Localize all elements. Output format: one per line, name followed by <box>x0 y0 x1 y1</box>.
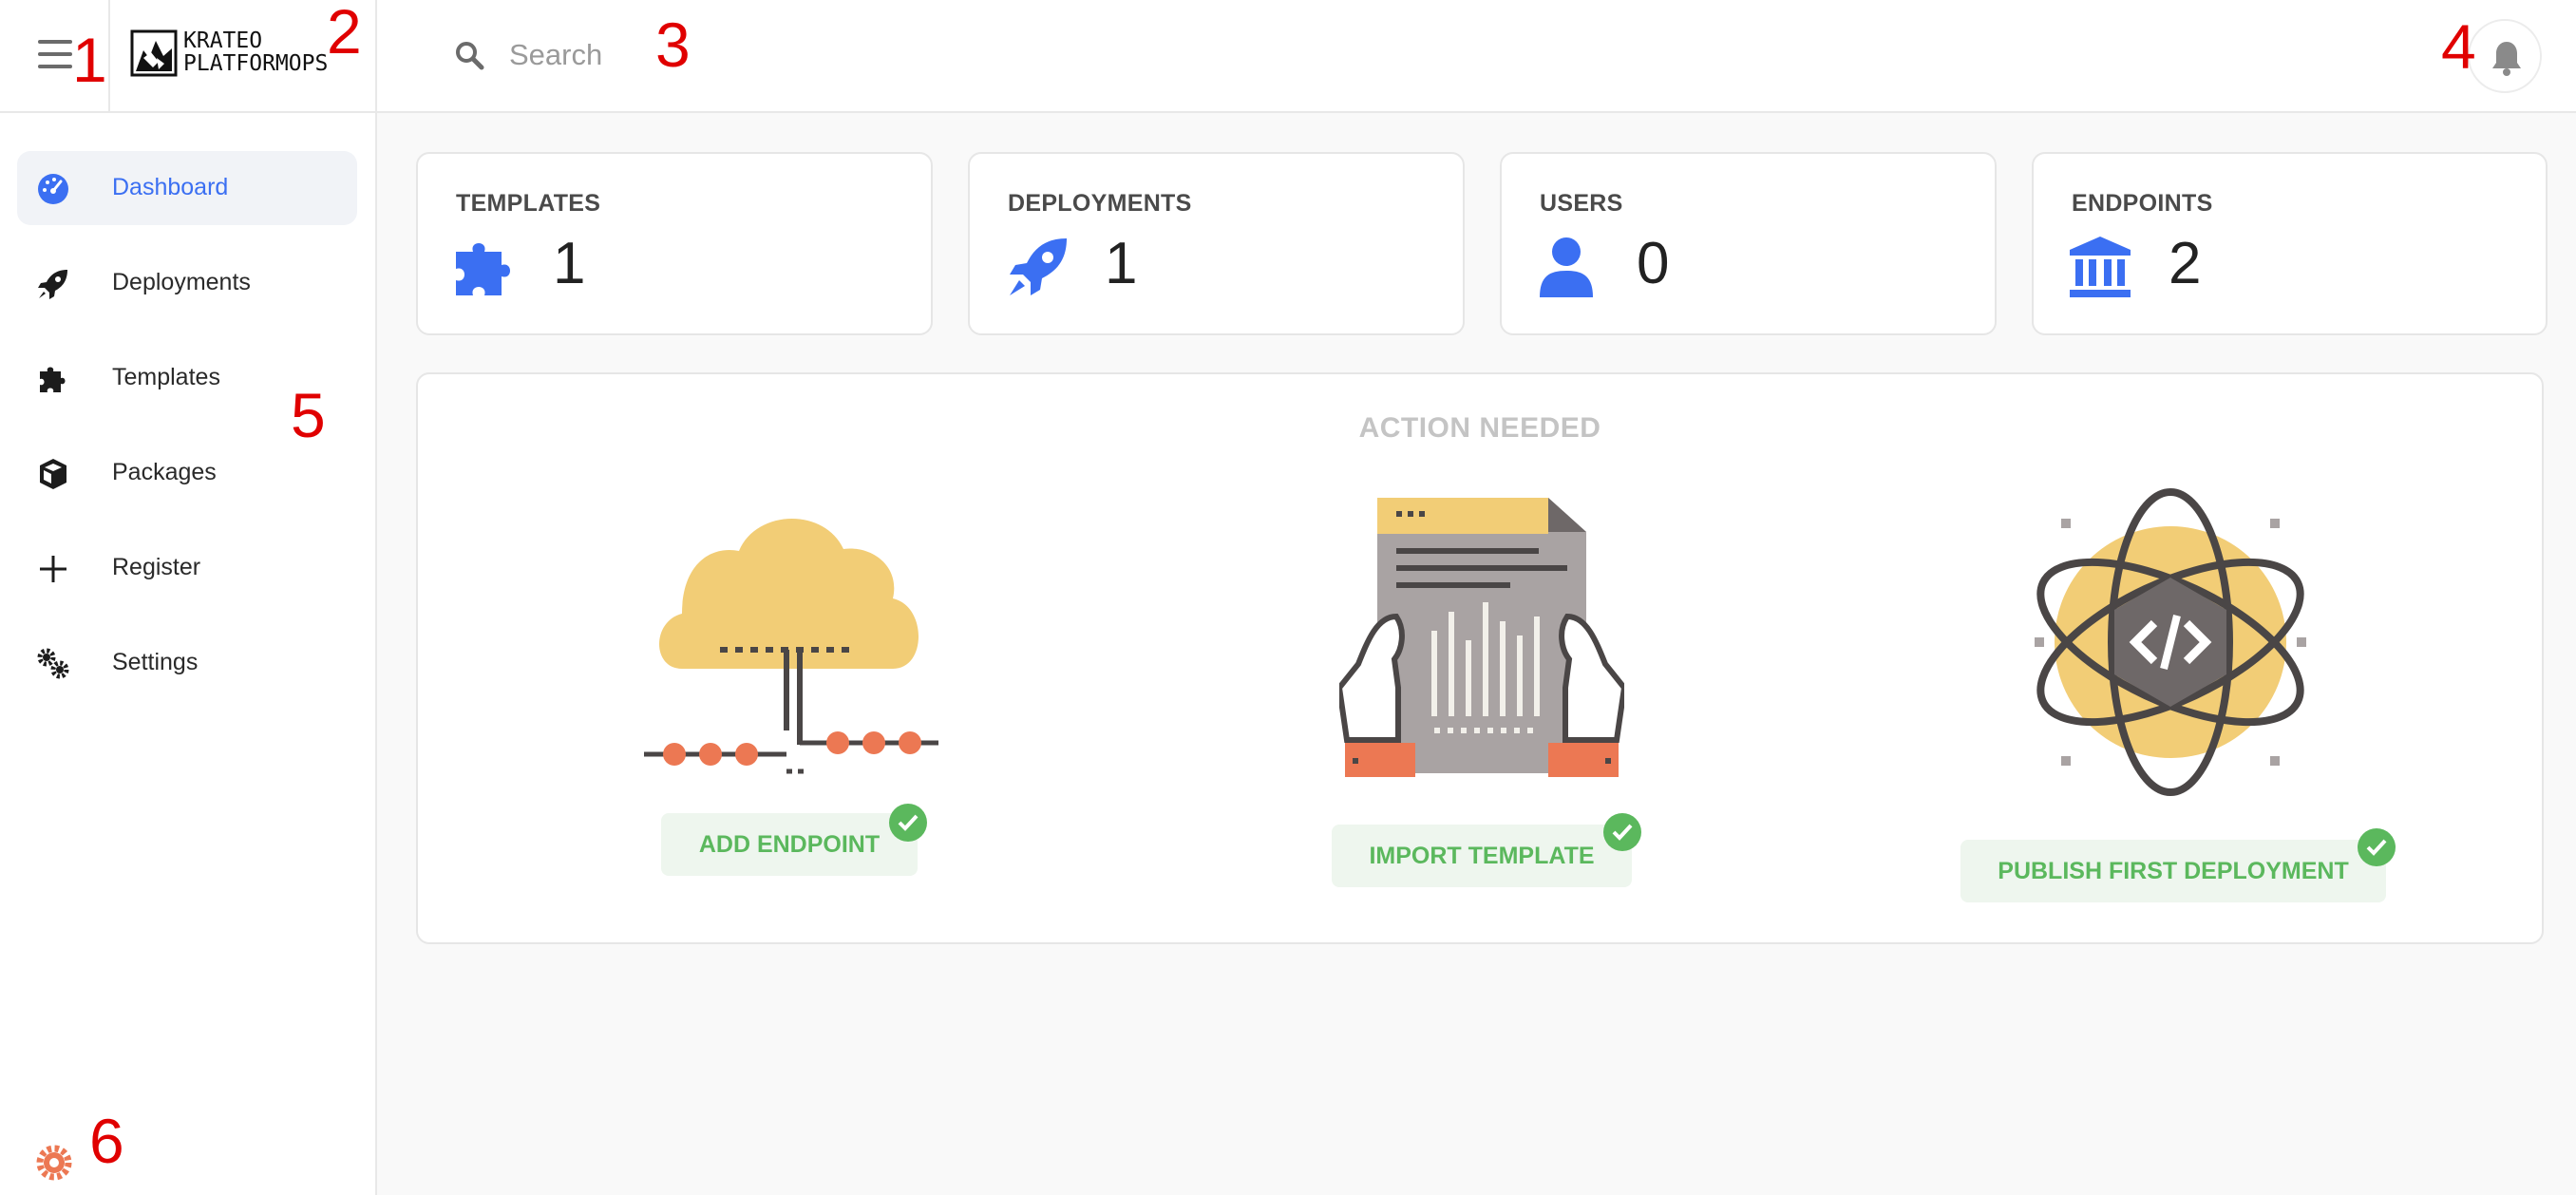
sidebar-item-dashboard[interactable]: Dashboard <box>17 151 357 225</box>
sidebar: Dashboard Deployments Templates Packages… <box>0 113 377 1195</box>
logo-line1: KRATEO <box>183 28 263 53</box>
action-label: ADD ENDPOINT <box>698 831 881 858</box>
sidebar-item-label: Settings <box>112 649 199 675</box>
dashboard-gauge-icon <box>38 174 68 204</box>
stat-card-endpoints[interactable]: ENDPOINTS 2 <box>2032 152 2548 335</box>
krateo-logo-icon <box>130 29 178 77</box>
stat-card-templates[interactable]: TEMPLATES 1 <box>416 152 933 335</box>
stat-value: 1 <box>1105 231 1138 296</box>
stat-value: 2 <box>2169 231 2202 296</box>
stat-card-deployments[interactable]: DEPLOYMENTS 1 <box>968 152 1465 335</box>
import-template-button[interactable]: IMPORT TEMPLATE <box>1332 825 1632 887</box>
notifications-button[interactable] <box>2468 19 2542 93</box>
sidebar-item-label: Deployments <box>112 269 251 295</box>
check-circle-icon <box>2358 828 2396 866</box>
sidebar-item-label: Dashboard <box>112 174 229 200</box>
plus-icon <box>40 556 66 582</box>
cloud-network-illustration <box>644 518 938 774</box>
stat-title: TEMPLATES <box>456 190 601 217</box>
search-input[interactable] <box>509 34 908 76</box>
annotation-marker-1: 1 <box>72 25 107 95</box>
hamburger-menu-icon[interactable] <box>38 40 72 68</box>
publish-first-deployment-button[interactable]: PUBLISH FIRST DEPLOYMENT <box>1960 840 2386 902</box>
sidebar-item-label: Templates <box>112 364 220 390</box>
annotation-marker-3: 3 <box>655 9 691 80</box>
rocket-icon <box>1010 238 1067 295</box>
logo-text: KRATEO PLATFORMOPS <box>183 29 328 75</box>
add-endpoint-button[interactable]: ADD ENDPOINT <box>661 813 918 876</box>
sidebar-item-register[interactable]: Register <box>17 531 357 605</box>
annotation-marker-5: 5 <box>291 380 326 450</box>
action-label: PUBLISH FIRST DEPLOYMENT <box>1998 858 2349 884</box>
user-icon <box>1540 237 1593 297</box>
annotation-marker-2: 2 <box>327 0 362 66</box>
puzzle-icon <box>456 243 510 295</box>
document-hands-illustration <box>1339 498 1624 777</box>
sidebar-item-deployments[interactable]: Deployments <box>17 246 357 320</box>
action-title: ACTION NEEDED <box>1358 412 1601 444</box>
sidebar-item-label: Packages <box>112 459 217 485</box>
bell-icon <box>2492 42 2521 76</box>
stat-card-users[interactable]: USERS 0 <box>1500 152 1997 335</box>
puzzle-icon <box>40 367 66 392</box>
sidebar-item-settings[interactable]: Settings <box>17 626 357 700</box>
action-label: IMPORT TEMPLATE <box>1369 843 1595 869</box>
bank-icon <box>2070 237 2131 297</box>
gear-icon[interactable] <box>34 1143 74 1183</box>
atom-code-illustration <box>2035 488 2306 796</box>
stat-title: DEPLOYMENTS <box>1008 190 1192 217</box>
stat-title: USERS <box>1540 190 1623 217</box>
annotation-marker-6: 6 <box>89 1106 124 1176</box>
stat-value: 1 <box>553 231 586 296</box>
action-needed-panel: ACTION NEEDED ADD ENDPOINT IMPORT TEMPLA… <box>416 372 2544 944</box>
stat-title: ENDPOINTS <box>2072 190 2213 217</box>
annotation-marker-4: 4 <box>2441 11 2476 82</box>
search-icon <box>456 42 484 70</box>
sidebar-item-label: Register <box>112 554 201 580</box>
logo-line2: PLATFORMOPS <box>183 51 329 76</box>
cube-icon <box>40 459 66 489</box>
top-bar: KRATEO PLATFORMOPS <box>0 0 2576 113</box>
cogs-icon <box>37 648 69 679</box>
check-circle-icon <box>1603 813 1641 851</box>
stat-value: 0 <box>1637 231 1670 296</box>
search-bar <box>454 34 929 76</box>
rocket-icon <box>38 270 67 299</box>
check-circle-icon <box>889 804 927 842</box>
